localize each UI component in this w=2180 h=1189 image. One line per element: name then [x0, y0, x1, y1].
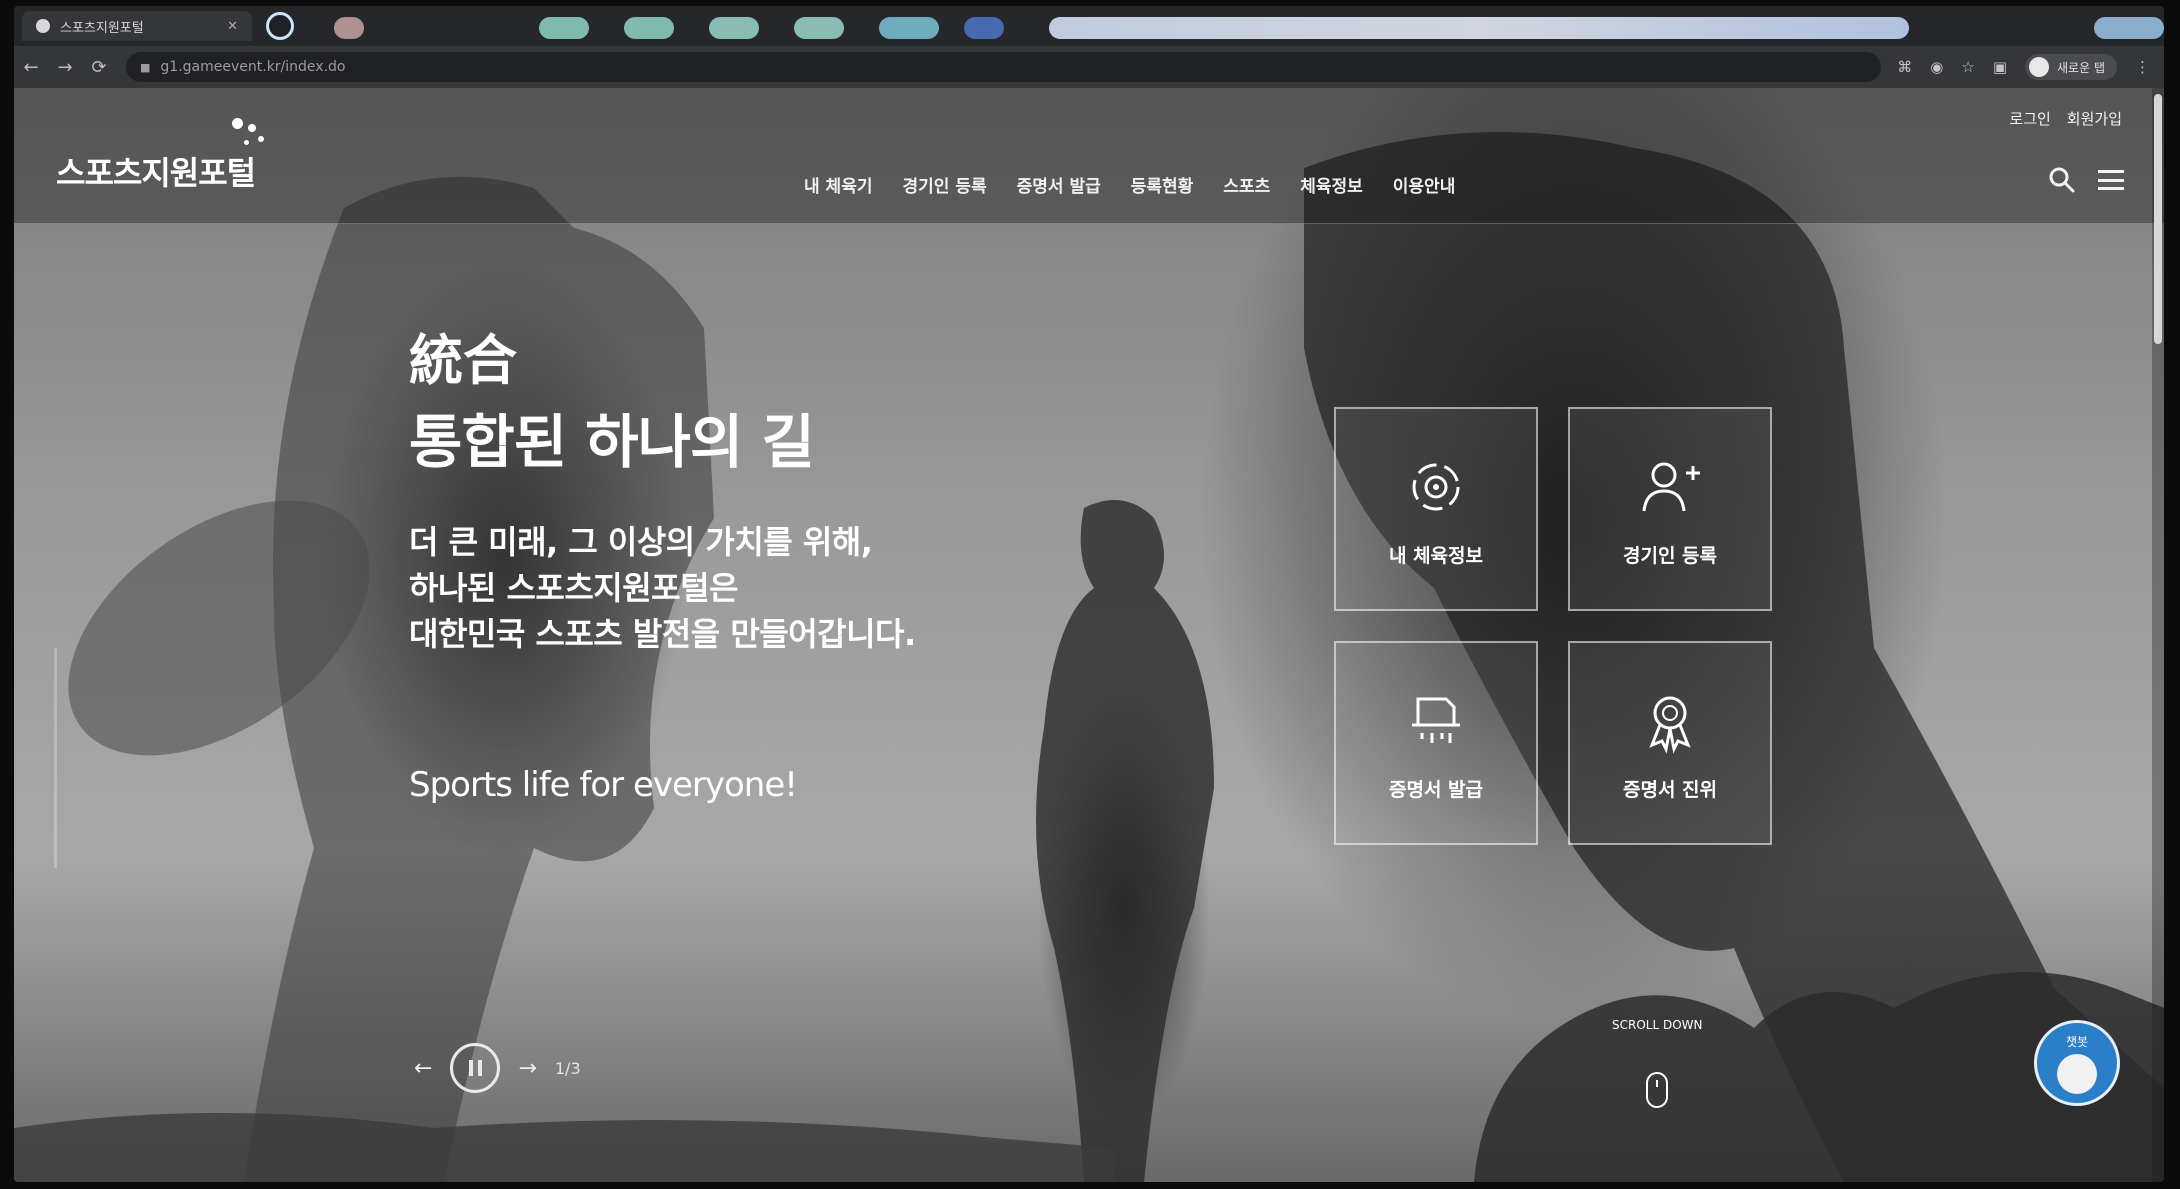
nav-item-certificate[interactable]: 증명서 발급 — [1017, 172, 1101, 197]
site-header: 스포츠지원포털 내 체육기 경기인 등록 증명서 발급 등록현황 스포츠 체육정… — [14, 88, 2164, 224]
hero-desc-line: 하나된 스포츠지원포털은 — [409, 569, 738, 607]
hero-slogan: Sports life for everyone! — [409, 765, 798, 805]
award-icon — [1649, 696, 1691, 754]
hero-hanja: 統合 — [409, 328, 517, 392]
next-arrow-icon[interactable]: → — [518, 1056, 536, 1081]
nav-item-athlete-registration[interactable]: 경기인 등록 — [902, 172, 986, 197]
pause-button[interactable] — [450, 1043, 501, 1093]
chatbot-avatar-icon — [2057, 1054, 2097, 1094]
page-scrollbar[interactable] — [2152, 88, 2164, 1182]
close-icon[interactable]: ✕ — [227, 19, 238, 34]
other-tabs-strip[interactable] — [304, 11, 2164, 41]
menu-icon[interactable] — [2098, 170, 2124, 190]
nav-item-sports-info[interactable]: 체육정보 — [1300, 172, 1363, 197]
hero-description: 더 큰 미래, 그 이상의 가치를 위해, 하나된 스포츠지원포털은 대한민국 … — [409, 519, 916, 657]
tab-bar: 스포츠지원포털 ✕ — [14, 6, 2164, 46]
header-icons — [2048, 166, 2124, 194]
tab-thumbnail[interactable] — [709, 17, 759, 39]
scroll-hint-label: SCROLL DOWN — [1612, 1018, 1703, 1032]
browser-window: 스포츠지원포털 ✕ ← → ⟳ ■ g1.gameevent.kr/index.… — [14, 6, 2164, 1182]
sidepanel-icon[interactable]: ▣ — [1993, 58, 2007, 76]
tab-thumbnail[interactable] — [879, 17, 939, 39]
printer-icon — [1412, 697, 1460, 743]
site-favicon-icon — [36, 19, 50, 33]
translate-icon[interactable]: ⌘ — [1897, 58, 1912, 76]
slide-pager: 1/3 — [554, 1058, 581, 1078]
back-icon[interactable]: ← — [14, 57, 48, 78]
pause-icon — [468, 1060, 482, 1076]
quick-menu: 내 체육정보 경기인 등록 증명서 발급 증명서 진위 — [1334, 407, 1772, 845]
tab-thumbnail[interactable] — [1049, 17, 1909, 39]
nav-item-registration-status[interactable]: 등록현황 — [1131, 172, 1194, 197]
tab-title: 스포츠지원포털 — [60, 20, 144, 36]
more-icon[interactable]: ⋮ — [2135, 58, 2150, 76]
tab-thumbnail[interactable] — [964, 17, 1004, 39]
quick-tile-certificate-issue[interactable]: 증명서 발급 — [1334, 641, 1538, 845]
browser-tab[interactable]: 스포츠지원포털 ✕ — [22, 11, 252, 41]
nav-item-sports[interactable]: 스포츠 — [1223, 172, 1270, 197]
hero-headline: 통합된 하나의 길 — [409, 408, 815, 476]
browser-toolbar: ⌘ ◉ ☆ ▣ 새로운 탭 ⋮ — [1897, 54, 2150, 80]
tab-thumbnail[interactable] — [539, 17, 589, 39]
site-logo[interactable]: 스포츠지원포털 — [56, 148, 256, 194]
address-bar-row: ← → ⟳ ■ g1.gameevent.kr/index.do ⌘ ◉ ☆ ▣… — [14, 46, 2164, 88]
profile-button[interactable]: 새로운 탭 — [2025, 54, 2117, 80]
quick-label: 내 체육정보 — [1388, 544, 1483, 567]
scrollbar-thumb[interactable] — [2154, 94, 2162, 344]
reload-icon[interactable]: ⟳ — [82, 57, 116, 78]
quick-tile-my-sports-info[interactable]: 내 체육정보 — [1334, 407, 1538, 611]
scroll-hint[interactable]: SCROLL DOWN — [1612, 1018, 1703, 1108]
target-icon — [1412, 463, 1460, 510]
profile-label: 새로운 탭 — [2057, 60, 2105, 75]
url-text: g1.gameevent.kr/index.do — [160, 59, 346, 75]
nav-item-guide[interactable]: 이용안내 — [1393, 172, 1456, 197]
tab-thumbnail[interactable] — [624, 17, 674, 39]
avatar — [2029, 57, 2050, 77]
chatbot-button[interactable]: 챗봇 — [2034, 1020, 2120, 1106]
signup-link[interactable]: 회원가입 — [2067, 108, 2122, 129]
hero-photo — [14, 132, 2164, 1182]
tab-group-icon[interactable] — [266, 12, 294, 40]
quick-label: 경기인 등록 — [1622, 544, 1717, 567]
mouse-icon — [1646, 1072, 1669, 1108]
tab-thumbnail[interactable] — [794, 17, 844, 39]
chatbot-label: 챗봇 — [2065, 1035, 2089, 1049]
tab-thumbnail[interactable] — [334, 17, 364, 39]
user-plus-icon — [1642, 462, 1700, 511]
lock-icon: ■ — [140, 60, 151, 74]
quick-label: 증명서 발급 — [1388, 778, 1483, 801]
nav-item-mypage[interactable]: 내 체육기 — [804, 172, 872, 197]
side-decoration — [54, 648, 57, 868]
quick-tile-certificate-verify[interactable]: 증명서 진위 — [1568, 641, 1772, 845]
quick-label: 증명서 진위 — [1622, 778, 1717, 801]
login-link[interactable]: 로그인 — [2009, 108, 2050, 129]
prev-arrow-icon[interactable]: ← — [414, 1056, 432, 1081]
hero-desc-line: 더 큰 미래, 그 이상의 가치를 위해, — [409, 523, 873, 561]
hero-copy: 統合 통합된 하나의 길 더 큰 미래, 그 이상의 가치를 위해, 하나된 스… — [409, 333, 916, 805]
quick-tile-athlete-registration[interactable]: 경기인 등록 — [1568, 407, 1772, 611]
bookmark-icon[interactable]: ☆ — [1961, 58, 1974, 76]
hero-desc-line: 대한민국 스포츠 발전을 만들어갑니다. — [409, 615, 916, 653]
url-input[interactable]: ■ g1.gameevent.kr/index.do — [126, 52, 1882, 82]
main-nav: 내 체육기 경기인 등록 증명서 발급 등록현황 스포츠 체육정보 이용안내 — [804, 172, 1455, 197]
eye-icon[interactable]: ◉ — [1930, 58, 1943, 76]
util-links: 로그인 회원가입 — [2009, 108, 2122, 129]
logo-text: 스포츠지원포털 — [56, 154, 256, 192]
forward-icon[interactable]: → — [48, 57, 82, 78]
slider-controls: ← → 1/3 — [414, 1043, 581, 1093]
hero-page: 스포츠지원포털 내 체육기 경기인 등록 증명서 발급 등록현황 스포츠 체육정… — [14, 88, 2164, 1182]
search-icon[interactable] — [2048, 166, 2076, 194]
tab-thumbnail[interactable] — [2094, 17, 2164, 39]
